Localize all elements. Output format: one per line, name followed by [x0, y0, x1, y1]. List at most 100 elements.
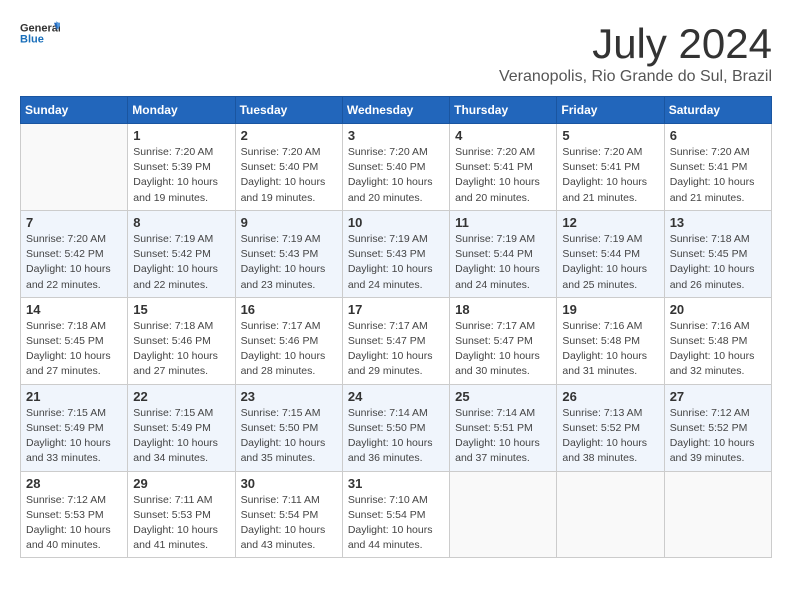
- calendar-week-row: 14Sunrise: 7:18 AMSunset: 5:45 PMDayligh…: [21, 297, 772, 384]
- calendar-cell: 11 Sunrise: 7:19 AMSunset: 5:44 PMDayligh…: [450, 210, 557, 297]
- weekday-header-saturday: Saturday: [664, 97, 771, 124]
- day-number: 15: [133, 302, 229, 317]
- calendar-cell: 4Sunrise: 7:20 AMSunset: 5:41 PMDaylight…: [450, 124, 557, 211]
- calendar-cell: 22 Sunrise: 7:15 AMSunset: 5:49 PMDayligh…: [128, 384, 235, 471]
- day-info: Sunrise: 7:17 AMSunset: 5:47 PMDaylight:…: [348, 319, 444, 380]
- day-number: 24: [348, 389, 444, 404]
- day-info: Sunrise: 7:15 AMSunset: 5:49 PMDaylight:…: [26, 406, 122, 467]
- calendar-cell: 6Sunrise: 7:20 AMSunset: 5:41 PMDaylight…: [664, 124, 771, 211]
- calendar-cell: 10Sunrise: 7:19 AMSunset: 5:43 PMDayligh…: [342, 210, 449, 297]
- calendar-cell: 18 Sunrise: 7:17 AMSunset: 5:47 PMDayligh…: [450, 297, 557, 384]
- day-info: Sunrise: 7:18 AMSunset: 5:46 PMDaylight:…: [133, 319, 229, 380]
- day-info: Sunrise: 7:11 AMSunset: 5:54 PMDaylight:…: [241, 493, 337, 554]
- day-number: 3: [348, 128, 444, 143]
- calendar-cell: 28 Sunrise: 7:12 AMSunset: 5:53 PMDayligh…: [21, 471, 128, 558]
- calendar-cell: 14Sunrise: 7:18 AMSunset: 5:45 PMDayligh…: [21, 297, 128, 384]
- calendar-cell: 23 Sunrise: 7:15 AMSunset: 5:50 PMDayligh…: [235, 384, 342, 471]
- day-info: Sunrise: 7:19 AMSunset: 5:44 PMDaylight:…: [562, 232, 658, 293]
- day-info: Sunrise: 7:20 AMSunset: 5:40 PMDaylight:…: [348, 145, 444, 206]
- weekday-header-thursday: Thursday: [450, 97, 557, 124]
- day-info: Sunrise: 7:19 AMSunset: 5:44 PMDaylight:…: [455, 232, 551, 293]
- calendar-cell: 19 Sunrise: 7:16 AMSunset: 5:48 PMDayligh…: [557, 297, 664, 384]
- calendar-cell: 24 Sunrise: 7:14 AMSunset: 5:50 PMDayligh…: [342, 384, 449, 471]
- weekday-header-sunday: Sunday: [21, 97, 128, 124]
- title-block: July 2024 Veranopolis, Rio Grande do Sul…: [499, 20, 772, 86]
- day-info: Sunrise: 7:19 AMSunset: 5:43 PMDaylight:…: [241, 232, 337, 293]
- calendar-cell: [450, 471, 557, 558]
- day-info: Sunrise: 7:18 AMSunset: 5:45 PMDaylight:…: [670, 232, 766, 293]
- day-number: 25: [455, 389, 551, 404]
- day-number: 21: [26, 389, 122, 404]
- calendar-cell: [664, 471, 771, 558]
- calendar-cell: 30 Sunrise: 7:11 AMSunset: 5:54 PMDayligh…: [235, 471, 342, 558]
- day-info: Sunrise: 7:15 AMSunset: 5:50 PMDaylight:…: [241, 406, 337, 467]
- day-number: 14: [26, 302, 122, 317]
- day-info: Sunrise: 7:14 AMSunset: 5:50 PMDaylight:…: [348, 406, 444, 467]
- calendar-cell: 29Sunrise: 7:11 AMSunset: 5:53 PMDayligh…: [128, 471, 235, 558]
- day-number: 18: [455, 302, 551, 317]
- svg-text:Blue: Blue: [20, 33, 44, 45]
- day-number: 31: [348, 476, 444, 491]
- calendar-cell: 2 Sunrise: 7:20 AMSunset: 5:40 PMDaylight…: [235, 124, 342, 211]
- day-info: Sunrise: 7:16 AMSunset: 5:48 PMDaylight:…: [562, 319, 658, 380]
- day-info: Sunrise: 7:20 AMSunset: 5:42 PMDaylight:…: [26, 232, 122, 293]
- day-number: 4: [455, 128, 551, 143]
- calendar-week-row: 7Sunrise: 7:20 AMSunset: 5:42 PMDaylight…: [21, 210, 772, 297]
- day-number: 11: [455, 215, 551, 230]
- day-info: Sunrise: 7:12 AMSunset: 5:52 PMDaylight:…: [670, 406, 766, 467]
- day-number: 13: [670, 215, 766, 230]
- calendar-cell: 8Sunrise: 7:19 AMSunset: 5:42 PMDaylight…: [128, 210, 235, 297]
- weekday-header-wednesday: Wednesday: [342, 97, 449, 124]
- day-number: 2: [241, 128, 337, 143]
- day-number: 8: [133, 215, 229, 230]
- day-info: Sunrise: 7:15 AMSunset: 5:49 PMDaylight:…: [133, 406, 229, 467]
- day-number: 20: [670, 302, 766, 317]
- day-number: 12: [562, 215, 658, 230]
- day-number: 26: [562, 389, 658, 404]
- day-number: 19: [562, 302, 658, 317]
- weekday-header-tuesday: Tuesday: [235, 97, 342, 124]
- calendar-week-row: 21 Sunrise: 7:15 AMSunset: 5:49 PMDayligh…: [21, 384, 772, 471]
- day-number: 28: [26, 476, 122, 491]
- day-number: 27: [670, 389, 766, 404]
- day-number: 30: [241, 476, 337, 491]
- logo: General Blue: [20, 20, 60, 48]
- day-number: 22: [133, 389, 229, 404]
- day-info: Sunrise: 7:20 AMSunset: 5:39 PMDaylight:…: [133, 145, 229, 206]
- calendar-cell: 20 Sunrise: 7:16 AMSunset: 5:48 PMDayligh…: [664, 297, 771, 384]
- logo-svg: General Blue: [20, 20, 60, 48]
- day-number: 23: [241, 389, 337, 404]
- day-number: 9: [241, 215, 337, 230]
- day-info: Sunrise: 7:20 AMSunset: 5:41 PMDaylight:…: [670, 145, 766, 206]
- calendar-week-row: 1 Sunrise: 7:20 AMSunset: 5:39 PMDaylight…: [21, 124, 772, 211]
- day-number: 29: [133, 476, 229, 491]
- weekday-header-row: SundayMondayTuesdayWednesdayThursdayFrid…: [21, 97, 772, 124]
- weekday-header-monday: Monday: [128, 97, 235, 124]
- weekday-header-friday: Friday: [557, 97, 664, 124]
- calendar-cell: 9 Sunrise: 7:19 AMSunset: 5:43 PMDaylight…: [235, 210, 342, 297]
- calendar-week-row: 28 Sunrise: 7:12 AMSunset: 5:53 PMDayligh…: [21, 471, 772, 558]
- calendar-cell: 13 Sunrise: 7:18 AMSunset: 5:45 PMDayligh…: [664, 210, 771, 297]
- day-number: 10: [348, 215, 444, 230]
- day-info: Sunrise: 7:20 AMSunset: 5:40 PMDaylight:…: [241, 145, 337, 206]
- calendar-cell: 5Sunrise: 7:20 AMSunset: 5:41 PMDaylight…: [557, 124, 664, 211]
- day-number: 1: [133, 128, 229, 143]
- day-number: 17: [348, 302, 444, 317]
- calendar-cell: 26Sunrise: 7:13 AMSunset: 5:52 PMDayligh…: [557, 384, 664, 471]
- calendar-cell: 12 Sunrise: 7:19 AMSunset: 5:44 PMDayligh…: [557, 210, 664, 297]
- day-info: Sunrise: 7:14 AMSunset: 5:51 PMDaylight:…: [455, 406, 551, 467]
- calendar-cell: 1 Sunrise: 7:20 AMSunset: 5:39 PMDaylight…: [128, 124, 235, 211]
- day-info: Sunrise: 7:12 AMSunset: 5:53 PMDaylight:…: [26, 493, 122, 554]
- day-info: Sunrise: 7:16 AMSunset: 5:48 PMDaylight:…: [670, 319, 766, 380]
- day-info: Sunrise: 7:17 AMSunset: 5:47 PMDaylight:…: [455, 319, 551, 380]
- calendar-cell: [557, 471, 664, 558]
- day-info: Sunrise: 7:10 AMSunset: 5:54 PMDaylight:…: [348, 493, 444, 554]
- location-subtitle: Veranopolis, Rio Grande do Sul, Brazil: [499, 68, 772, 86]
- day-number: 16: [241, 302, 337, 317]
- calendar-cell: 25 Sunrise: 7:14 AMSunset: 5:51 PMDayligh…: [450, 384, 557, 471]
- calendar-cell: 17 Sunrise: 7:17 AMSunset: 5:47 PMDayligh…: [342, 297, 449, 384]
- calendar-cell: 16Sunrise: 7:17 AMSunset: 5:46 PMDayligh…: [235, 297, 342, 384]
- calendar-cell: 7Sunrise: 7:20 AMSunset: 5:42 PMDaylight…: [21, 210, 128, 297]
- calendar-cell: 15 Sunrise: 7:18 AMSunset: 5:46 PMDayligh…: [128, 297, 235, 384]
- calendar-cell: 31 Sunrise: 7:10 AMSunset: 5:54 PMDayligh…: [342, 471, 449, 558]
